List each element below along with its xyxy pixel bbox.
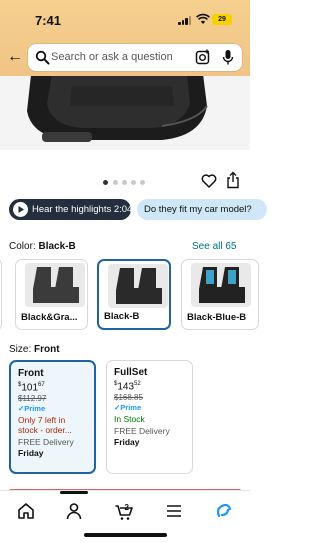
search-input[interactable]: Search or ask a question [51, 51, 173, 63]
swatch-label: Black&Gra... [21, 312, 78, 323]
share-icon[interactable] [226, 171, 240, 189]
back-arrow-icon[interactable]: ← [7, 49, 23, 65]
swatch-label: Black-B [104, 311, 140, 322]
size-heading: Size: Front [9, 344, 60, 355]
size-label: Size: [9, 344, 32, 355]
microphone-icon[interactable] [222, 49, 234, 66]
option-name: Front [18, 368, 44, 379]
swatch-image [108, 264, 168, 308]
color-swatch-black-b[interactable]: Black-B [97, 259, 171, 330]
home-icon[interactable] [16, 501, 36, 521]
color-heading: Color: Black-B [9, 241, 76, 252]
color-swatch-black-blue-b[interactable]: Black-Blue-B [181, 259, 259, 330]
option-list-price: $168.85 [114, 393, 143, 403]
camera-lens-icon[interactable] [195, 49, 211, 65]
wifi-icon [196, 13, 210, 24]
swatch-label: Black-Blue-B [187, 312, 247, 323]
menu-icon[interactable] [164, 501, 184, 521]
status-time: 7:41 [35, 13, 62, 28]
rufus-icon[interactable] [214, 501, 234, 521]
prime-badge: ✓Prime [18, 404, 46, 414]
option-delivery-day: Friday [18, 448, 44, 459]
color-swatch-partial[interactable] [0, 259, 2, 330]
option-delivery: FREE Delivery [114, 426, 170, 437]
cart-icon[interactable]: 2 [114, 501, 134, 521]
option-list-price: $112.97 [18, 394, 47, 404]
highlights-label: Hear the highlights 2:04 [32, 204, 133, 215]
see-all-link[interactable]: See all 65 [192, 241, 236, 252]
option-price: $10167 [18, 382, 45, 394]
home-indicator [84, 533, 167, 537]
car-seat-image [27, 76, 208, 142]
color-selected: Black-B [38, 241, 76, 252]
search-icon [35, 50, 50, 65]
swatch-image [191, 263, 251, 307]
carousel-dot [122, 180, 127, 185]
size-option-front[interactable]: Front $10167 $112.97 ✓Prime Only 7 left … [9, 360, 96, 474]
heart-icon[interactable] [201, 173, 217, 189]
swatch-image [25, 263, 85, 307]
svg-text:2: 2 [125, 503, 130, 512]
battery-icon: 29 [212, 14, 232, 25]
signal-icon [178, 16, 192, 25]
search-bar[interactable]: Search or ask a question [28, 44, 242, 71]
size-option-fullset[interactable]: FullSet $14352 $168.85 ✓Prime In Stock F… [106, 360, 193, 474]
carousel-dot [131, 180, 136, 185]
option-price: $14352 [114, 381, 141, 393]
carousel-dot [140, 180, 145, 185]
status-bar: 7:41 29 [0, 0, 250, 40]
option-name: FullSet [114, 367, 148, 378]
option-stock: Only 7 left in stock - order... [18, 415, 72, 436]
color-label: Color: [9, 241, 36, 252]
size-selected: Front [34, 344, 60, 355]
person-icon[interactable] [64, 501, 84, 521]
product-image[interactable] [0, 76, 250, 150]
top-header: 7:41 29 ← Search or ask a question [0, 0, 250, 76]
play-icon [13, 202, 28, 217]
color-swatch-black-gray[interactable]: Black&Gra... [15, 259, 88, 330]
option-delivery-day: Friday [114, 437, 140, 448]
hear-highlights-button[interactable]: Hear the highlights 2:04 [9, 199, 133, 220]
prime-badge: ✓Prime [114, 403, 142, 413]
option-stock: In Stock [114, 414, 145, 425]
fit-question-button[interactable]: Do they fit my car model? [137, 199, 267, 220]
option-delivery: FREE Delivery [18, 437, 74, 448]
carousel-dot [103, 180, 108, 185]
active-tab-indicator [60, 491, 88, 494]
carousel-dot [113, 180, 118, 185]
